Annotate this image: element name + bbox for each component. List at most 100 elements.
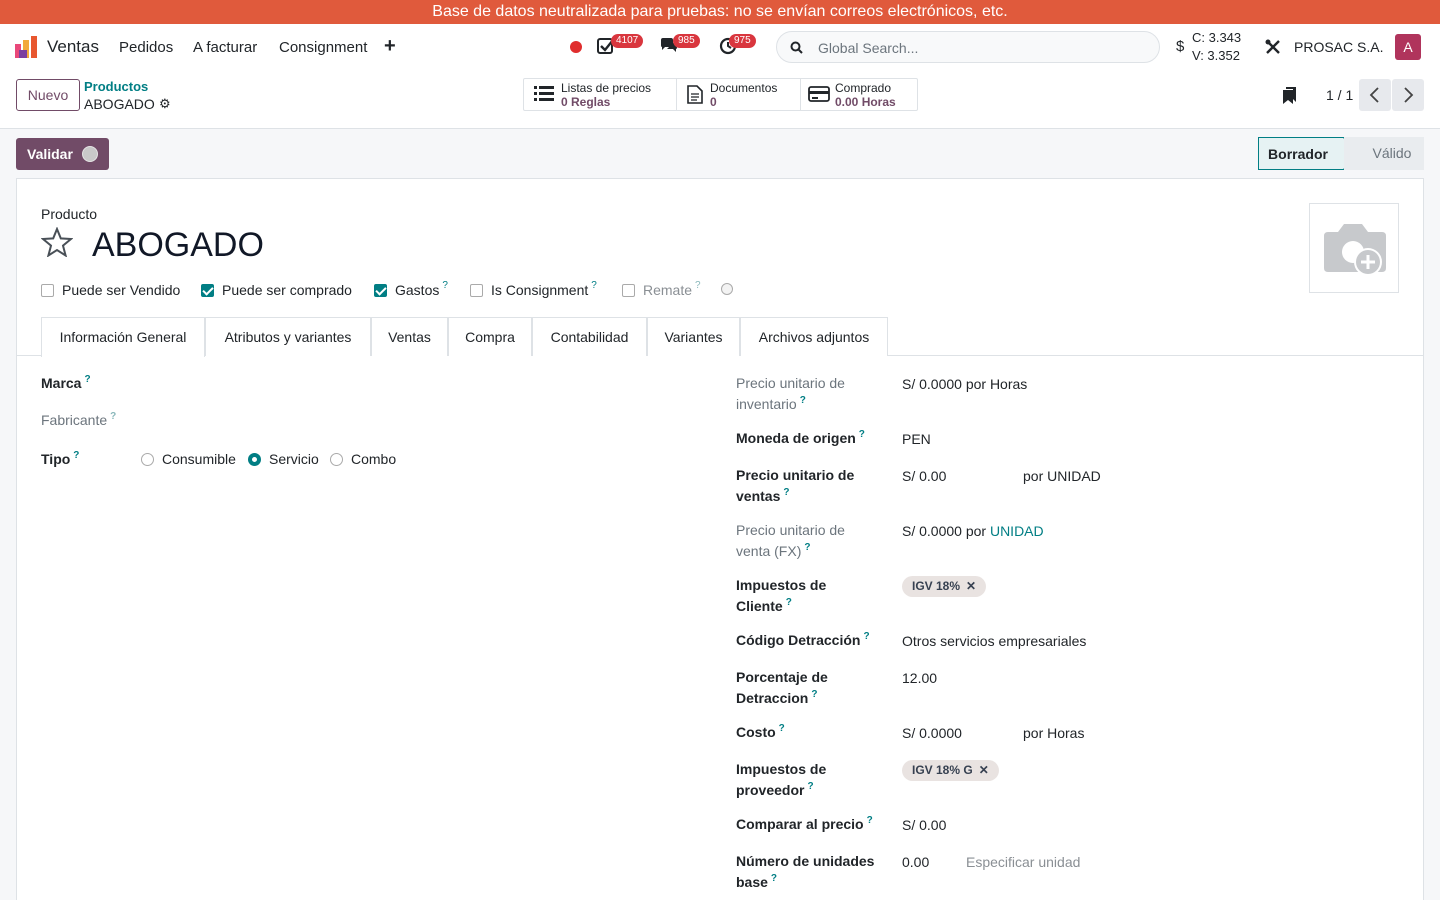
tab-variantes[interactable]: Variantes <box>647 317 740 356</box>
help-icon[interactable]: ? <box>804 542 810 553</box>
precio-venta-label: Precio unitario de ventas? <box>736 467 855 504</box>
bookmark-icon[interactable] <box>1283 87 1297 104</box>
tab-archivos-adjuntos[interactable]: Archivos adjuntos <box>740 317 888 356</box>
help-icon[interactable]: ? <box>863 631 869 642</box>
stage-borrador[interactable]: Borrador <box>1258 137 1344 170</box>
close-icon[interactable]: ✕ <box>979 763 989 777</box>
tipo-consumible-radio[interactable]: Consumible <box>141 451 236 467</box>
breadcrumb-current: ABOGADO <box>84 96 155 112</box>
clock-badge: 975 <box>729 34 756 48</box>
global-search[interactable] <box>776 31 1160 63</box>
gastos-box[interactable] <box>374 283 387 297</box>
impuestos-proveedor-label: Impuestos de proveedor? <box>736 761 827 798</box>
stage-valido[interactable]: Válido <box>1344 137 1424 170</box>
menu-a-facturar[interactable]: A facturar <box>193 39 257 56</box>
tax-tag-igv[interactable]: IGV 18% ✕ <box>902 576 987 597</box>
moneda-origen-value[interactable]: PEN <box>902 429 931 450</box>
help-icon[interactable]: ? <box>110 411 116 422</box>
checkbox-sale-ok[interactable]: Puede ser Vendido <box>41 282 180 298</box>
purchased-smart-button[interactable]: Comprado 0.00 Horas <box>801 79 917 110</box>
sale-ok-box[interactable] <box>41 283 54 297</box>
pager-previous-button[interactable] <box>1359 79 1391 111</box>
help-icon[interactable]: ? <box>800 395 806 406</box>
help-icon[interactable]: ? <box>695 280 701 291</box>
help-icon[interactable]: ? <box>807 781 813 792</box>
validate-button[interactable]: Validar <box>16 138 109 170</box>
radio-button[interactable] <box>330 452 343 466</box>
help-icon[interactable]: ? <box>84 374 90 385</box>
menu-consignment[interactable]: Consignment <box>279 39 367 56</box>
costo-input[interactable]: S/ 0.0000 <box>902 723 962 744</box>
help-icon[interactable]: ? <box>867 815 873 826</box>
comparar-precio-input[interactable]: S/ 0.00 <box>902 815 946 836</box>
tipo-servicio-radio[interactable]: Servicio <box>248 451 319 467</box>
precio-fx-uom-link[interactable]: UNIDAD <box>990 523 1044 539</box>
precio-venta-input[interactable]: S/ 0.00 <box>902 466 946 487</box>
notebook-tabs: Información General Atributos y variante… <box>17 317 1423 357</box>
tab-atributos[interactable]: Atributos y variantes <box>205 317 371 356</box>
sale-ok-label: Puede ser Vendido <box>62 282 181 298</box>
menu-pedidos[interactable]: Pedidos <box>119 39 173 56</box>
validate-label: Validar <box>27 146 73 162</box>
checkbox-purchase-ok[interactable]: Puede ser comprado <box>201 282 352 298</box>
help-icon[interactable]: ? <box>783 487 789 498</box>
favorite-star-icon[interactable] <box>41 227 73 257</box>
top-navbar: Ventas Pedidos A facturar Consignment + … <box>0 24 1440 70</box>
help-icon[interactable]: ? <box>442 280 448 291</box>
debug-tools-icon[interactable] <box>1265 39 1281 55</box>
pricelists-value: 0 Reglas <box>561 95 611 109</box>
tab-informacion-general[interactable]: Información General <box>41 317 205 357</box>
documents-smart-button[interactable]: Documentos 0 <box>677 79 801 110</box>
pager-next-button[interactable] <box>1392 79 1424 111</box>
checkbox-consignment[interactable]: Is Consignment ? <box>470 280 597 298</box>
help-icon[interactable]: ? <box>73 450 79 461</box>
consignment-box[interactable] <box>470 283 483 297</box>
codigo-detraccion-value[interactable]: Otros servicios empresariales <box>902 631 1086 652</box>
pager-value[interactable]: 1 / 1 <box>1326 87 1353 103</box>
tipo-combo-radio[interactable]: Combo <box>330 451 396 467</box>
porcentaje-detraccion-value[interactable]: 12.00 <box>902 668 937 689</box>
product-image-upload[interactable] <box>1309 203 1399 293</box>
recording-dot-icon[interactable] <box>570 41 582 53</box>
close-icon[interactable]: ✕ <box>966 579 976 593</box>
help-icon[interactable]: ? <box>786 597 792 608</box>
consignment-label: Is Consignment <box>491 282 589 298</box>
messages-badge: 985 <box>673 34 700 48</box>
pricelists-smart-button[interactable]: Listas de precios 0 Reglas <box>524 79 677 110</box>
unidad-placeholder[interactable]: Especificar unidad <box>966 852 1080 873</box>
checkbox-gastos[interactable]: Gastos ? <box>374 280 448 298</box>
company-switcher[interactable]: PROSAC S.A. <box>1294 39 1383 55</box>
radio-button[interactable] <box>141 452 154 466</box>
product-label: Producto <box>41 206 98 222</box>
unidades-base-input[interactable]: 0.00 <box>902 852 929 873</box>
app-name[interactable]: Ventas <box>47 37 99 57</box>
checkbox-remate[interactable]: Remate ? <box>622 280 701 298</box>
help-icon[interactable]: ? <box>779 723 785 734</box>
tax-tag-igv-g[interactable]: IGV 18% G ✕ <box>902 760 999 781</box>
rate-venta: V: 3.352 <box>1192 48 1240 63</box>
form-sheet: Producto ABOGADO Puede ser Vendido Puede… <box>16 178 1424 900</box>
user-avatar[interactable]: A <box>1395 34 1421 60</box>
search-input[interactable] <box>818 38 1148 58</box>
document-icon <box>687 85 703 104</box>
help-icon[interactable]: ? <box>771 873 777 884</box>
precio-inventario-value: S/ 0.0000 por Horas <box>902 376 1028 392</box>
precio-fx-label: Precio unitario de venta (FX)? <box>736 522 845 559</box>
remate-box[interactable] <box>622 283 635 297</box>
new-button[interactable]: Nuevo <box>16 79 80 111</box>
breadcrumb-productos[interactable]: Productos <box>84 79 148 94</box>
radio-label: Consumible <box>162 451 236 467</box>
tab-contabilidad[interactable]: Contabilidad <box>532 317 647 356</box>
help-icon[interactable]: ? <box>591 280 597 291</box>
sales-app-icon[interactable] <box>15 36 37 58</box>
help-icon[interactable]: ? <box>859 429 865 440</box>
gear-icon[interactable]: ⚙ <box>159 96 171 112</box>
tab-ventas[interactable]: Ventas <box>371 317 448 356</box>
tab-compra[interactable]: Compra <box>448 317 532 356</box>
purchase-ok-box[interactable] <box>201 283 214 297</box>
product-name[interactable]: ABOGADO <box>92 226 264 265</box>
remate-label: Remate <box>643 282 693 298</box>
help-icon[interactable]: ? <box>811 689 817 700</box>
plus-icon[interactable]: + <box>384 35 396 58</box>
radio-button[interactable] <box>248 452 261 466</box>
